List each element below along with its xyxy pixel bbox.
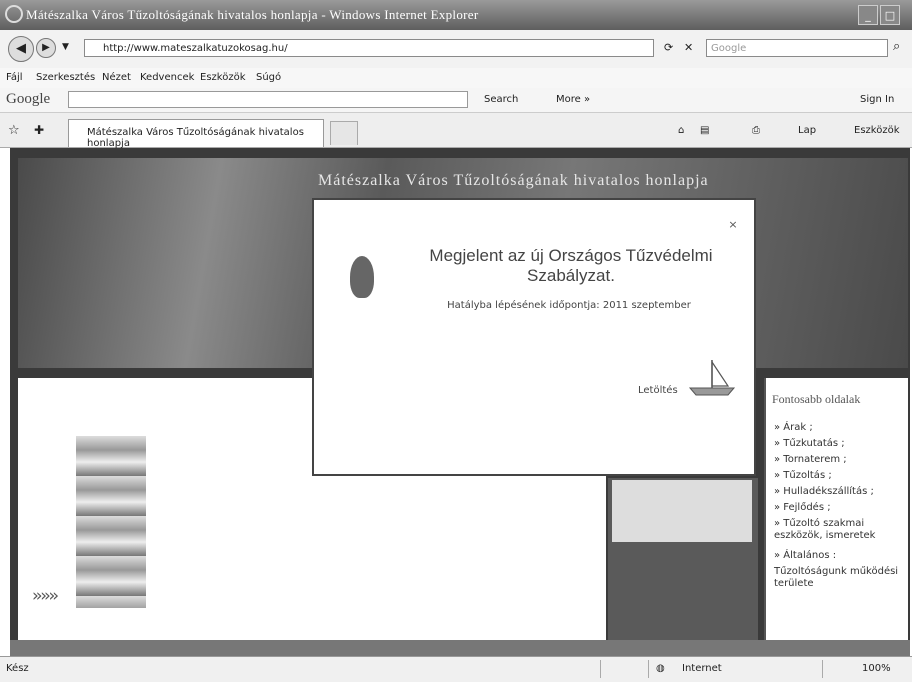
menu-favorites[interactable]: Kedvencek <box>140 72 194 83</box>
sidebar-heading: Fontosabb oldalak <box>772 392 861 406</box>
status-text: Kész <box>6 663 29 674</box>
search-input[interactable]: Google <box>706 39 888 57</box>
sidebar: Fontosabb oldalak » Árak ; » Tűzkutatás … <box>764 378 908 644</box>
status-bar: Kész ◍ Internet 100% <box>0 656 912 682</box>
maximize-button[interactable]: □ <box>880 5 900 25</box>
sidebar-link-investigation[interactable]: » Tűzkutatás ; <box>774 438 906 450</box>
refresh-icon[interactable]: ⟳ <box>664 41 673 54</box>
page-bottom-strip <box>10 640 910 656</box>
ship-icon <box>688 360 736 396</box>
back-button[interactable]: ◀ <box>8 36 34 62</box>
menu-edit[interactable]: Szerkesztés <box>36 72 95 83</box>
google-search-button[interactable]: Search <box>484 94 518 105</box>
search-icon[interactable]: ⌕ <box>893 39 900 54</box>
menu-file[interactable]: Fájl <box>6 72 23 83</box>
window-title: Mátészalka Város Tűzoltóságának hivatalo… <box>26 7 479 22</box>
announcement-popup: × Megjelent az új Országos Tűzvédelmi Sz… <box>312 198 756 476</box>
sidebar-link-area[interactable]: Tűzoltóságunk működési területe <box>774 566 906 590</box>
sidebar-link-prices[interactable]: » Árak ; <box>774 422 906 434</box>
menu-help[interactable]: Súgó <box>256 72 281 83</box>
dropdown-arrow-icon[interactable]: ▼ <box>62 42 69 52</box>
popup-title: Megjelent az új Országos Tűzvédelmi Szab… <box>429 246 713 285</box>
feeds-icon[interactable]: ▤ <box>700 125 709 136</box>
new-tab-button[interactable] <box>330 121 358 145</box>
home-icon[interactable]: ⌂ <box>678 125 684 136</box>
forward-button[interactable]: ▶ <box>36 38 56 58</box>
ie-logo-icon <box>5 5 23 23</box>
sidebar-link-general[interactable]: » Általános : <box>774 550 906 562</box>
address-row: ◀ ▶ ▼ http://www.mateszalkatuzokosag.hu/… <box>0 30 912 68</box>
middle-photo <box>612 480 752 542</box>
fire-truck-photo <box>76 436 146 608</box>
tab-row: ☆ ✚ Mátészalka Város Tűzoltóságának hiva… <box>0 113 912 149</box>
zoom-level[interactable]: 100% <box>862 663 891 674</box>
address-field[interactable]: http://www.mateszalkatuzokosag.hu/ <box>84 39 654 57</box>
print-icon[interactable]: ⎙ <box>752 125 760 136</box>
google-logo: Google <box>6 91 51 107</box>
menu-tools[interactable]: Eszközök <box>200 72 246 83</box>
google-search-input[interactable] <box>68 91 468 108</box>
minimize-button[interactable]: _ <box>858 5 878 25</box>
sidebar-link-development[interactable]: » Fejlődés ; <box>774 502 906 514</box>
security-zone: Internet <box>682 663 722 674</box>
sidebar-link-waste[interactable]: » Hulladékszállítás ; <box>774 486 906 498</box>
sidebar-link-equipment[interactable]: » Tűzoltó szakmai eszközök, ismeretek <box>774 518 906 542</box>
menu-view[interactable]: Nézet <box>102 72 131 83</box>
close-icon[interactable]: × <box>726 218 740 232</box>
stop-icon[interactable]: ✕ <box>684 41 693 54</box>
fire-logo-icon <box>350 256 374 298</box>
tools-menu[interactable]: Eszközök <box>854 125 900 136</box>
menu-bar: Fájl Szerkesztés Nézet Kedvencek Eszközö… <box>0 68 912 88</box>
globe-icon: ◍ <box>656 663 665 674</box>
popup-subtitle: Hatályba lépésének időpontja: 2011 szept… <box>447 300 691 311</box>
sign-in-link[interactable]: Sign In <box>860 94 894 105</box>
tab-current[interactable]: Mátészalka Város Tűzoltóságának hivatalo… <box>68 119 324 149</box>
page-menu[interactable]: Lap <box>798 125 816 136</box>
sidebar-link-gym[interactable]: » Tornaterem ; <box>774 454 906 466</box>
sidebar-link-firefighting[interactable]: » Tűzoltás ; <box>774 470 906 482</box>
banner-title: Mátészalka Város Tűzoltóságának hivatalo… <box>318 172 709 189</box>
add-favorites-icon[interactable]: ✚ <box>34 123 44 137</box>
sidebar-links: » Árak ; » Tűzkutatás ; » Tornaterem ; »… <box>774 422 906 594</box>
window-title-bar: Mátészalka Város Tűzoltóságának hivatalo… <box>0 0 912 30</box>
download-link[interactable]: Letöltés <box>638 385 678 396</box>
favorites-star-icon[interactable]: ☆ <box>8 123 20 138</box>
google-toolbar: Google Search More » Sign In <box>0 88 912 113</box>
arrows-decoration[interactable]: »»» <box>32 586 59 606</box>
google-more-button[interactable]: More » <box>556 94 590 105</box>
